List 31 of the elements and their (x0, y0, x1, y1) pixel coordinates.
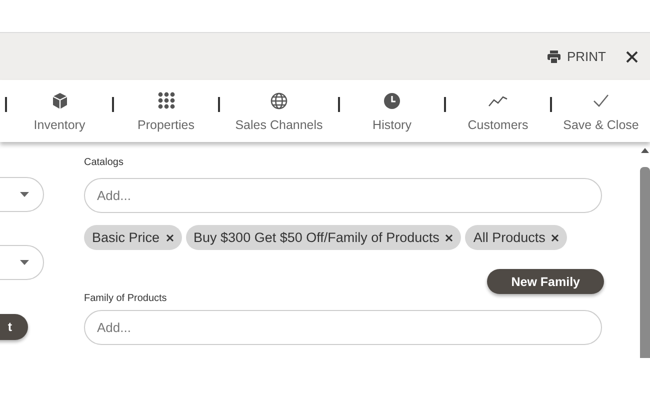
globe-icon (270, 92, 288, 110)
remove-icon[interactable] (551, 234, 560, 242)
remove-icon[interactable] (166, 234, 174, 242)
toolbar-button[interactable]: History (340, 86, 444, 136)
action-button[interactable]: t (0, 314, 28, 340)
catalogs-field[interactable]: Add... (84, 178, 602, 213)
field-label: Family of Products (84, 293, 167, 304)
grid-icon (158, 92, 174, 109)
scroll-up-icon[interactable] (641, 148, 649, 153)
check-icon (593, 94, 609, 108)
catalog-tag: Buy $300 Get $50 Off/Family of Products (186, 225, 462, 250)
remove-icon[interactable] (445, 234, 454, 242)
catalog-tag: All Products (465, 225, 568, 250)
toolbar-button[interactable]: Customers (446, 86, 550, 136)
toolbar-button[interactable]: Save & Close (552, 86, 650, 136)
print-button[interactable]: PRINT (545, 47, 608, 66)
line-chart-icon (488, 94, 508, 108)
family-field[interactable]: Add... (84, 310, 602, 345)
close-icon[interactable] (626, 50, 638, 62)
new-family-button[interactable]: New Family (487, 269, 604, 294)
toolbar-button[interactable]: Properties (114, 86, 218, 136)
field-label: Catalogs (84, 157, 124, 168)
catalog-tag: Basic Price (84, 225, 182, 250)
toolbar-button[interactable]: Sales Channels (220, 86, 338, 136)
cube-icon (50, 92, 68, 110)
clock-icon (383, 92, 401, 110)
toolbar-button[interactable]: Inventory (7, 86, 112, 136)
printer-icon (547, 50, 561, 64)
scrollbar-thumb[interactable] (640, 167, 650, 358)
caret-icon (20, 260, 29, 265)
caret-icon (20, 192, 29, 197)
